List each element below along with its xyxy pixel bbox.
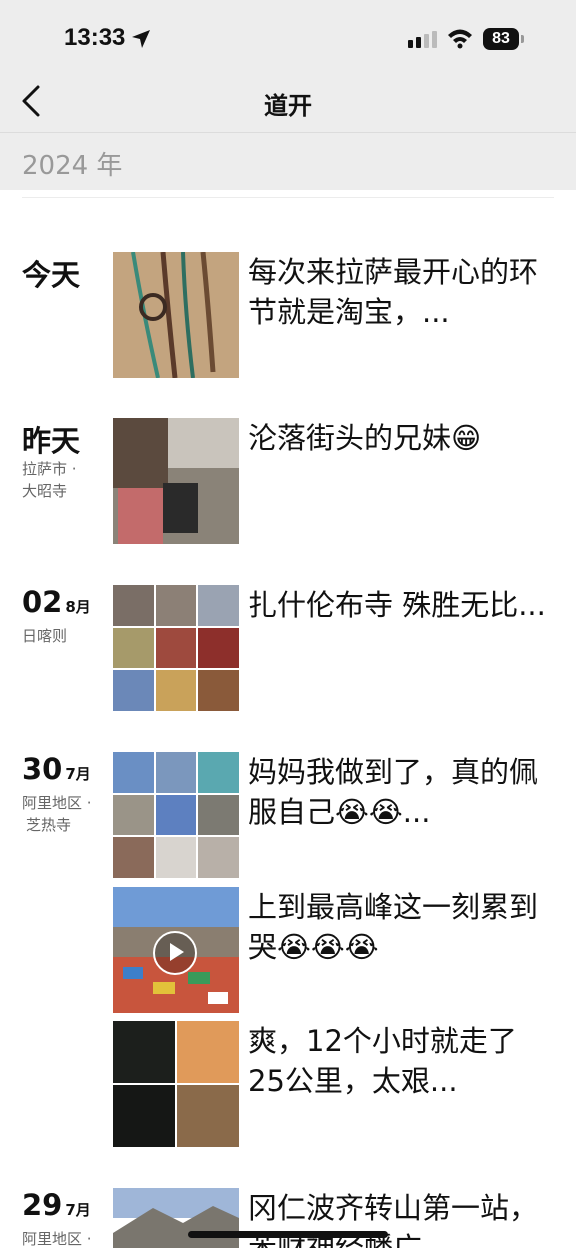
location-line: 阿里地区 · bbox=[22, 794, 92, 812]
wifi-icon bbox=[448, 29, 472, 49]
grid-photo bbox=[155, 627, 197, 669]
location-line: 大昭寺 bbox=[22, 482, 68, 500]
moment-caption[interactable]: 妈妈我做到了，真的佩服自己😭😭... bbox=[248, 752, 548, 832]
grid-photo bbox=[155, 670, 197, 711]
grid-photo bbox=[113, 837, 154, 878]
entry-day: 02 bbox=[22, 585, 63, 619]
grid-photo bbox=[198, 752, 239, 793]
grid-photo bbox=[177, 1085, 239, 1147]
mountain-photo bbox=[113, 1188, 239, 1248]
moment-caption[interactable]: 上到最高峰这一刻累到哭😭😭😭 bbox=[248, 887, 548, 967]
entry-date: 今天 bbox=[22, 258, 81, 292]
grid-photo bbox=[113, 585, 154, 626]
grid-photo bbox=[155, 794, 197, 836]
entry-month: 7月 bbox=[65, 1201, 91, 1219]
moment-photo-grid[interactable] bbox=[113, 585, 239, 711]
grid-photo bbox=[198, 794, 239, 836]
page-title: 道开 bbox=[264, 92, 312, 120]
play-icon[interactable] bbox=[153, 931, 197, 975]
battery-indicator: 83 bbox=[483, 28, 519, 50]
moment-row[interactable]: 上到最高峰这一刻累到哭😭😭😭 bbox=[0, 887, 576, 1017]
moment-caption[interactable]: 扎什伦布寺 殊胜无比... bbox=[248, 585, 548, 625]
moment-photo-grid[interactable] bbox=[113, 1021, 239, 1147]
entry-day: 30 bbox=[22, 752, 63, 786]
grid-photo bbox=[198, 585, 239, 626]
grid-photo bbox=[177, 1021, 239, 1083]
grid-photo bbox=[113, 794, 154, 836]
entry-month: 8月 bbox=[65, 598, 91, 616]
grid-photo bbox=[113, 1085, 175, 1147]
divider bbox=[22, 197, 554, 198]
entry-day: 29 bbox=[22, 1188, 63, 1222]
entry-location: 阿里地区 · bbox=[22, 1228, 107, 1248]
year-header: 2024 年 bbox=[0, 133, 576, 190]
grid-photo bbox=[155, 585, 197, 626]
cellular-signal-icon bbox=[408, 31, 437, 48]
moment-row[interactable]: 昨天 拉萨市 · 大昭寺 沦落街头的兄妹😁 bbox=[0, 418, 576, 548]
entry-location: 阿里地区 · 芝热寺 bbox=[22, 792, 107, 836]
grid-photo bbox=[155, 752, 197, 793]
location-line: 阿里地区 · bbox=[22, 1230, 92, 1248]
home-indicator[interactable] bbox=[188, 1231, 388, 1238]
grid-photo bbox=[198, 837, 239, 878]
beads-photo bbox=[113, 252, 239, 378]
grid-photo bbox=[113, 752, 154, 793]
status-time: 13:33 bbox=[64, 24, 126, 51]
moment-photo[interactable] bbox=[113, 252, 239, 378]
moment-photo[interactable] bbox=[113, 418, 239, 544]
entry-date: 29 7月 bbox=[22, 1188, 91, 1222]
grid-photo bbox=[113, 1021, 175, 1083]
moment-row[interactable]: 29 7月 阿里地区 · 冈仁波齐转山第一站，苯财神经幡广 bbox=[0, 1188, 576, 1248]
entry-location: 日喀则 bbox=[22, 625, 107, 647]
moment-row[interactable]: 爽，12个小时就走了25公里，太艰... bbox=[0, 1021, 576, 1151]
moment-caption[interactable]: 每次来拉萨最开心的环节就是淘宝，... bbox=[248, 252, 548, 332]
moment-caption[interactable]: 沦落街头的兄妹😁 bbox=[248, 418, 548, 458]
moment-photo-grid[interactable] bbox=[113, 752, 239, 878]
grid-photo bbox=[113, 670, 154, 711]
moment-row[interactable]: 今天 每次来拉萨最开心的环节就是淘宝，... bbox=[0, 252, 576, 382]
location-arrow-icon bbox=[132, 30, 150, 48]
entry-date: 02 8月 bbox=[22, 585, 91, 619]
moment-row[interactable]: 02 8月 日喀则 扎什伦布寺 殊胜无比... bbox=[0, 585, 576, 715]
location-line: 拉萨市 · bbox=[22, 460, 77, 478]
moment-row[interactable]: 30 7月 阿里地区 · 芝热寺 妈妈我做到了，真的佩服自己😭😭... bbox=[0, 752, 576, 882]
nav-bar: 道开 bbox=[0, 70, 576, 133]
moment-caption[interactable]: 冈仁波齐转山第一站，苯财神经幡广 bbox=[248, 1188, 548, 1248]
moment-video[interactable] bbox=[113, 887, 239, 1013]
entry-date: 昨天 bbox=[22, 424, 81, 458]
moment-caption[interactable]: 爽，12个小时就走了25公里，太艰... bbox=[248, 1021, 548, 1101]
entry-location: 拉萨市 · 大昭寺 bbox=[22, 458, 107, 502]
grid-photo bbox=[113, 627, 154, 669]
grid-photo bbox=[198, 627, 239, 669]
status-bar: 13:33 83 bbox=[0, 0, 576, 70]
grid-photo bbox=[198, 670, 239, 711]
entry-date: 30 7月 bbox=[22, 752, 91, 786]
entry-month: 7月 bbox=[65, 765, 91, 783]
year-label: 2024 年 bbox=[22, 151, 123, 181]
street-photo bbox=[113, 418, 239, 544]
grid-photo bbox=[155, 837, 197, 878]
location-line: 日喀则 bbox=[22, 627, 68, 645]
moment-video[interactable] bbox=[113, 1188, 239, 1248]
battery-tip bbox=[521, 35, 524, 43]
location-line: 芝热寺 bbox=[26, 816, 72, 834]
